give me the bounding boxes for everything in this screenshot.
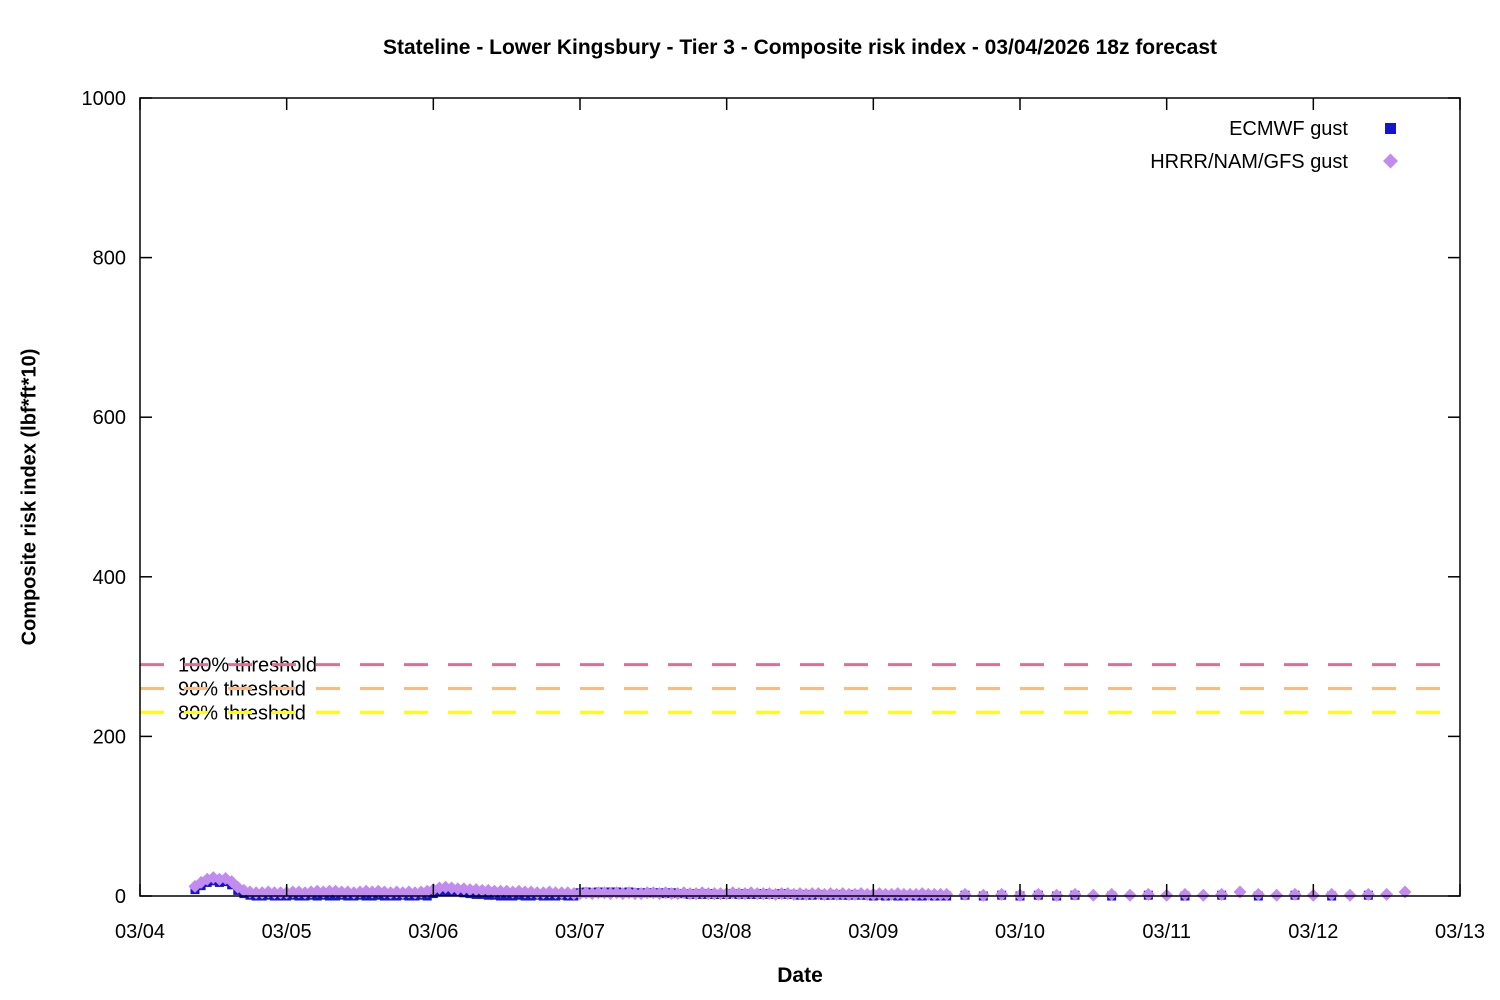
hrrr-point bbox=[976, 888, 990, 902]
hrrr-point bbox=[1251, 887, 1265, 901]
y-tick-label: 600 bbox=[93, 407, 126, 429]
x-tick-label: 03/13 bbox=[1435, 921, 1485, 943]
x-tick-label: 03/10 bbox=[995, 921, 1045, 943]
hrrr-point bbox=[1215, 887, 1229, 901]
x-tick-label: 03/12 bbox=[1288, 921, 1338, 943]
hrrr-point bbox=[1178, 887, 1192, 901]
y-tick-label: 1000 bbox=[82, 88, 127, 110]
plot-area: 100% threshold90% threshold80% threshold… bbox=[82, 88, 1486, 943]
legend-diamond-marker bbox=[1383, 153, 1398, 169]
hrrr-point bbox=[1141, 887, 1155, 901]
hrrr-point bbox=[1288, 887, 1302, 901]
hrrr-point bbox=[1050, 888, 1064, 902]
y-tick-label: 800 bbox=[93, 248, 126, 270]
hrrr-point bbox=[1380, 887, 1394, 901]
hrrr-point bbox=[1031, 887, 1045, 901]
hrrr-point bbox=[1068, 887, 1082, 901]
x-tick-label: 03/11 bbox=[1142, 921, 1191, 943]
legend-label: ECMWF gust bbox=[1229, 118, 1348, 140]
plot-border bbox=[139, 97, 1461, 897]
x-axis-title: Date bbox=[777, 964, 823, 987]
hrrr-point bbox=[1270, 888, 1284, 902]
hrrr-point bbox=[995, 887, 1009, 901]
hrrr-point bbox=[1086, 888, 1100, 902]
x-tick-label: 03/08 bbox=[702, 921, 752, 943]
hrrr-point bbox=[1105, 887, 1119, 901]
legend-label: HRRR/NAM/GFS gust bbox=[1150, 151, 1348, 173]
hrrr-point bbox=[1196, 888, 1210, 902]
y-tick-label: 200 bbox=[93, 726, 126, 748]
hrrr-point bbox=[1123, 888, 1137, 902]
x-tick-label: 03/06 bbox=[408, 921, 458, 943]
hrrr-point bbox=[958, 887, 972, 901]
hrrr-point bbox=[1343, 888, 1357, 902]
x-tick-label: 03/09 bbox=[848, 921, 898, 943]
x-tick-label: 03/04 bbox=[115, 921, 165, 943]
hrrr-point bbox=[1325, 887, 1339, 901]
hrrr-point bbox=[1361, 887, 1375, 901]
x-tick-label: 03/05 bbox=[262, 921, 312, 943]
x-tick-label: 03/07 bbox=[555, 921, 605, 943]
y-tick-label: 0 bbox=[115, 886, 126, 908]
y-tick-label: 400 bbox=[93, 567, 126, 589]
legend-square-marker bbox=[1385, 123, 1396, 134]
